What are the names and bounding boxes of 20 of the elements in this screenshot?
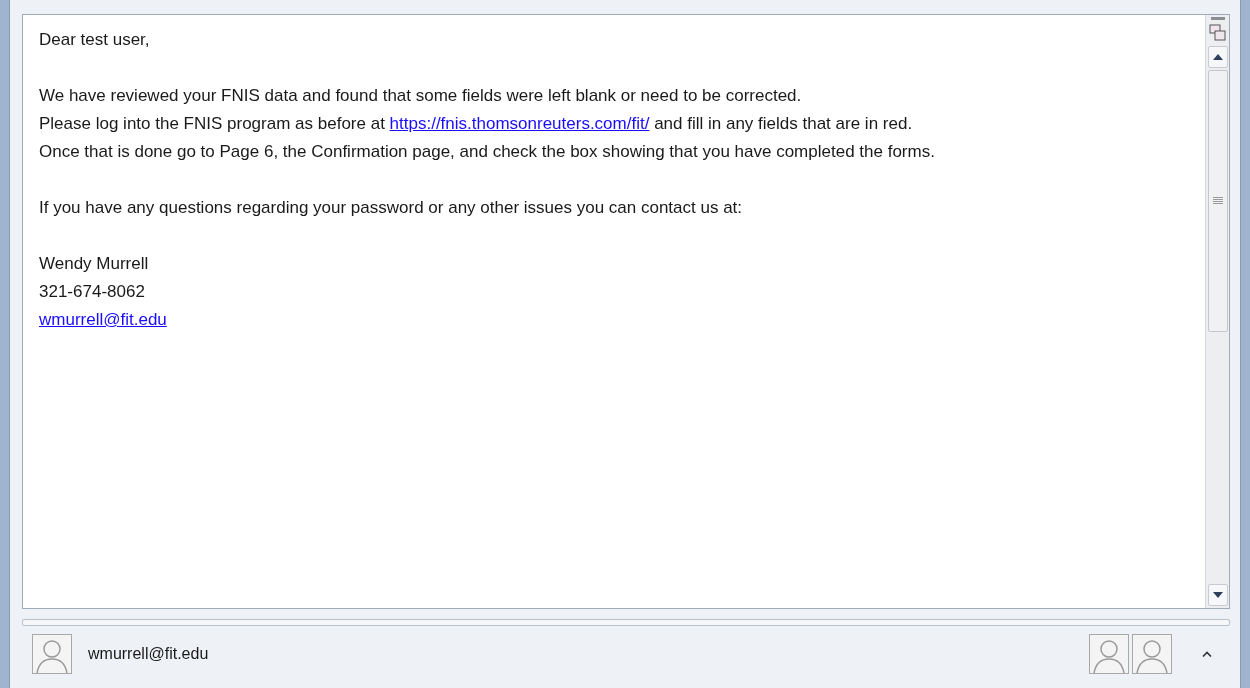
message-text: Once that is done go to Page 6, the Confirmation page, and check the box showing that you have completed the forms.	[39, 141, 936, 163]
avatar-icon[interactable]	[1132, 634, 1172, 674]
scroll-down-button[interactable]	[1207, 584, 1228, 606]
url-link[interactable]: https://fnis.thomsonreuters.com/fit/	[389, 114, 650, 133]
message-text: Wendy Murrell	[39, 253, 150, 275]
scroll-up-button[interactable]	[1207, 46, 1228, 68]
message-text: Dear test user,	[39, 29, 151, 51]
minimize-icon[interactable]	[1210, 17, 1225, 21]
chevron-up-icon[interactable]	[1202, 651, 1212, 657]
down-arrow-icon	[1212, 592, 1223, 598]
message-text: We have reviewed your FNIS data and found that some fields were left blank or need to be corrected.	[39, 85, 803, 107]
message-text: If you have any questions regarding your password or any other issues you can contact us at:	[39, 197, 744, 219]
up-arrow-icon	[1212, 54, 1223, 60]
avatar-icon[interactable]	[32, 634, 72, 674]
message-text: Please log into the FNIS program as before at https://fnis.thomsonreuters.com/fit/ and fill in any fields that are in red.	[39, 113, 914, 135]
message-text: 321-674-8062	[39, 281, 146, 303]
email-link[interactable]: wmurrell@fit.edu	[39, 310, 167, 329]
pictures-icon[interactable]	[1208, 24, 1227, 42]
sender-name: wmurrell@fit.edu	[88, 645, 209, 663]
avatar-icon[interactable]	[1089, 634, 1129, 674]
